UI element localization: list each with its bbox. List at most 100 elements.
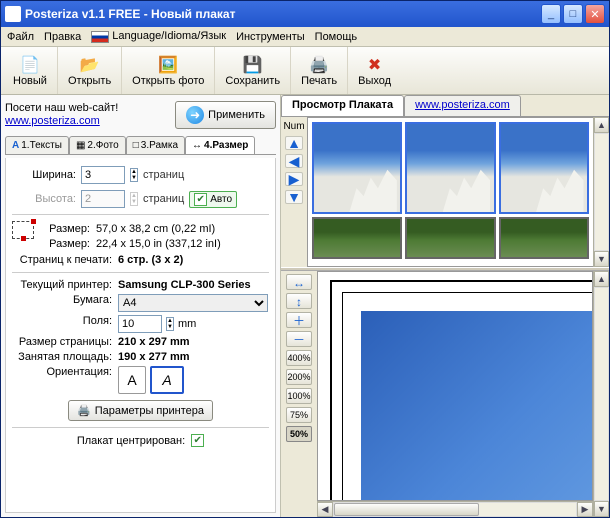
minimize-button[interactable]: _	[541, 4, 561, 24]
zoom-in-button[interactable]: ＋	[286, 312, 312, 328]
flag-icon	[91, 31, 109, 43]
tab-texts[interactable]: A1.Тексты	[5, 136, 69, 154]
toolbar: 📄Новый 📂Открыть 🖼️Открыть фото 💾Сохранит…	[1, 47, 609, 95]
tb-print[interactable]: 🖨️Печать	[291, 47, 348, 94]
open-photo-icon: 🖼️	[158, 55, 178, 75]
scroll-up-icon[interactable]: ▲	[594, 117, 609, 133]
content: Посети наш web-сайт! www.posteriza.com ➜…	[1, 95, 609, 517]
maximize-button[interactable]: □	[563, 4, 583, 24]
page-vscroll[interactable]: ▲ ▼	[593, 271, 609, 517]
thumb-tile[interactable]	[499, 217, 589, 259]
width-unit: страниц	[143, 169, 184, 181]
menu-language[interactable]: Language/Idioma/Язык	[91, 30, 226, 42]
orient-landscape[interactable]: A	[150, 366, 184, 394]
right-panel: Просмотр Плаката www.posteriza.com Num ▲…	[281, 95, 609, 517]
tab-website[interactable]: www.posteriza.com	[404, 95, 521, 116]
scroll-left-icon[interactable]: ◀	[317, 502, 333, 517]
scroll-down-icon[interactable]: ▼	[594, 251, 609, 267]
scroll-up-icon[interactable]: ▲	[594, 271, 609, 287]
height-input	[81, 190, 125, 208]
nav-left-icon[interactable]: ◀	[285, 154, 303, 168]
printer-lbl: Текущий принтер:	[12, 279, 112, 291]
fit-height-button[interactable]: ↕	[286, 293, 312, 309]
nav-right-icon[interactable]: ▶	[285, 172, 303, 186]
dim-in-val: 22,4 x 15,0 in (337,12 inI)	[96, 238, 221, 250]
size-icon: ↔	[192, 140, 202, 151]
thumb-tile[interactable]	[405, 122, 495, 214]
fit-width-button[interactable]: ↔	[286, 274, 312, 290]
width-label: Ширина:	[12, 169, 76, 181]
zoom-75[interactable]: 75%	[286, 407, 312, 423]
zoom-400[interactable]: 400%	[286, 350, 312, 366]
visit-link[interactable]: www.posteriza.com	[5, 115, 100, 127]
auto-checkbox[interactable]: ✔Авто	[189, 191, 237, 208]
frame-icon: □	[133, 140, 139, 151]
margin-input[interactable]	[118, 315, 162, 333]
visit-row: Посети наш web-сайт! www.posteriza.com ➜…	[5, 99, 276, 131]
tab-preview[interactable]: Просмотр Плаката	[281, 95, 404, 116]
thumb-tile[interactable]	[312, 122, 402, 214]
pages-lbl: Страниц к печати:	[12, 254, 112, 266]
dimensions-icon	[12, 221, 34, 239]
height-unit: страниц	[143, 193, 184, 205]
menubar: Файл Правка Language/Idioma/Язык Инструм…	[1, 27, 609, 47]
width-spinner[interactable]: ▲▼	[130, 168, 138, 182]
thumb-nav: Num ▲ ◀ ▶ ▼	[281, 117, 307, 267]
menu-tools[interactable]: Инструменты	[236, 31, 305, 43]
zoom-out-button[interactable]: －	[286, 331, 312, 347]
used-lbl: Занятая площадь:	[12, 351, 112, 363]
dim-in-lbl: Размер:	[42, 238, 90, 250]
nav-down-icon[interactable]: ▼	[285, 190, 303, 204]
poster-thumbnails: Num ▲ ◀ ▶ ▼ ▲	[281, 117, 609, 267]
paper-select[interactable]: A4	[118, 294, 268, 312]
margin-spinner[interactable]: ▲▼	[166, 317, 174, 331]
printer-icon: 🖨️	[77, 404, 91, 417]
paper-lbl: Бумага:	[12, 294, 112, 312]
close-button[interactable]: ✕	[585, 4, 605, 24]
tb-open[interactable]: 📂Открыть	[58, 47, 122, 94]
window-title: Posteriza v1.1 FREE - Новый плакат	[25, 7, 541, 21]
left-tabs: A1.Тексты ▦2.Фото □3.Рамка ↔4.Размер	[5, 136, 276, 155]
used-val: 190 x 277 mm	[118, 351, 269, 363]
width-input[interactable]	[81, 166, 125, 184]
apply-arrow-icon: ➜	[186, 106, 204, 124]
page-hscroll[interactable]: ◀ ▶	[317, 501, 593, 517]
centered-checkbox[interactable]: ✔	[191, 434, 204, 447]
nav-up-icon[interactable]: ▲	[285, 136, 303, 150]
apply-button[interactable]: ➜ Применить	[175, 101, 276, 129]
right-tabs: Просмотр Плаката www.posteriza.com	[281, 95, 609, 117]
tab-frame[interactable]: □3.Рамка	[126, 136, 185, 154]
orient-portrait[interactable]: A	[118, 366, 146, 394]
thumb-tile[interactable]	[405, 217, 495, 259]
photo-icon: ▦	[76, 140, 85, 151]
scroll-right-icon[interactable]: ▶	[577, 502, 593, 517]
menu-help[interactable]: Помощь	[315, 31, 358, 43]
printer-params-button[interactable]: 🖨️ Параметры принтера	[68, 400, 213, 421]
thumbs-vscroll[interactable]: ▲ ▼	[593, 117, 609, 267]
tab-size[interactable]: ↔4.Размер	[185, 136, 255, 154]
tab-photo[interactable]: ▦2.Фото	[69, 136, 126, 154]
margin-lbl: Поля:	[12, 315, 112, 333]
tb-exit[interactable]: ✖Выход	[348, 47, 401, 94]
zoom-100[interactable]: 100%	[286, 388, 312, 404]
centered-row: Плакат центрирован: ✔	[12, 434, 269, 447]
zoom-50[interactable]: 50%	[286, 426, 312, 442]
zoom-200[interactable]: 200%	[286, 369, 312, 385]
size-form: Ширина: ▲▼ страниц Высота: ▲▼ страниц ✔А…	[5, 158, 276, 513]
thumb-tile[interactable]	[499, 122, 589, 214]
app-icon	[5, 6, 21, 22]
printer-val: Samsung CLP-300 Series	[118, 279, 269, 291]
page-size-val: 210 x 297 mm	[118, 336, 269, 348]
check-icon: ✔	[194, 193, 207, 206]
print-icon: 🖨️	[309, 55, 329, 75]
tb-new[interactable]: 📄Новый	[3, 47, 58, 94]
scroll-down-icon[interactable]: ▼	[594, 501, 609, 517]
save-icon: 💾	[243, 55, 263, 75]
height-spinner: ▲▼	[130, 192, 138, 206]
tb-open-photo[interactable]: 🖼️Открыть фото	[122, 47, 215, 94]
page-view[interactable]	[317, 271, 593, 501]
menu-file[interactable]: Файл	[7, 31, 34, 43]
menu-edit[interactable]: Правка	[44, 31, 81, 43]
tb-save[interactable]: 💾Сохранить	[215, 47, 291, 94]
thumb-tile[interactable]	[312, 217, 402, 259]
